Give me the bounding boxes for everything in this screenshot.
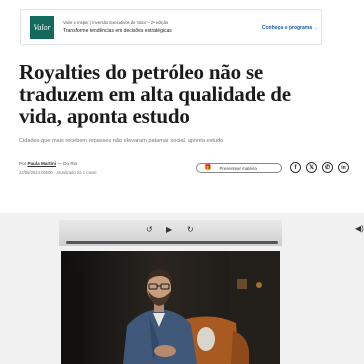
linkedin-icon[interactable]: in <box>338 162 349 173</box>
article-photo <box>61 251 280 364</box>
publish-date: 24/06/2024 05h00 · Atualizado há 1 mese <box>19 170 97 175</box>
gift-icon: 🎁 <box>204 165 212 171</box>
ad-headline: Transforme tendências em decisões estrat… <box>63 28 172 34</box>
facebook-icon[interactable]: f <box>290 162 301 173</box>
ad-cta-link[interactable]: Conheça o programa → <box>262 25 318 31</box>
byline-prefix: Por <box>19 161 27 166</box>
ad-banner[interactable]: Valor Valor e Insper | Inversão Executiv… <box>20 9 322 45</box>
byline: Por Paula Martini — Do Rio <box>19 161 77 166</box>
whatsapp-icon[interactable]: ✆ <box>322 162 333 173</box>
portrait-illustration <box>61 251 280 364</box>
gift-article-button[interactable]: 🎁 Presentear matéria <box>196 163 282 173</box>
article-headline: Royalties do petróleo não se traduzem em… <box>19 60 291 128</box>
forward-icon[interactable]: ↻ <box>187 225 194 234</box>
rewind-icon[interactable]: ↺ <box>146 225 153 234</box>
progress-bar[interactable] <box>66 241 278 244</box>
byline-location: — Do Rio <box>57 161 78 166</box>
valor-logo: Valor <box>30 16 54 39</box>
ad-kicker: Valor e Insper | Inversão Executivos de … <box>63 20 169 25</box>
author-link[interactable]: Paula Martini <box>27 161 56 166</box>
volume-icon[interactable]: ◀) <box>355 224 364 233</box>
gift-article-label: Presentear matéria <box>219 165 257 171</box>
x-icon[interactable]: 𝕏 <box>306 162 317 173</box>
article-subtitle: Cidades que mais recebem repasses não el… <box>19 138 224 144</box>
play-icon[interactable]: ▶ <box>166 225 172 234</box>
